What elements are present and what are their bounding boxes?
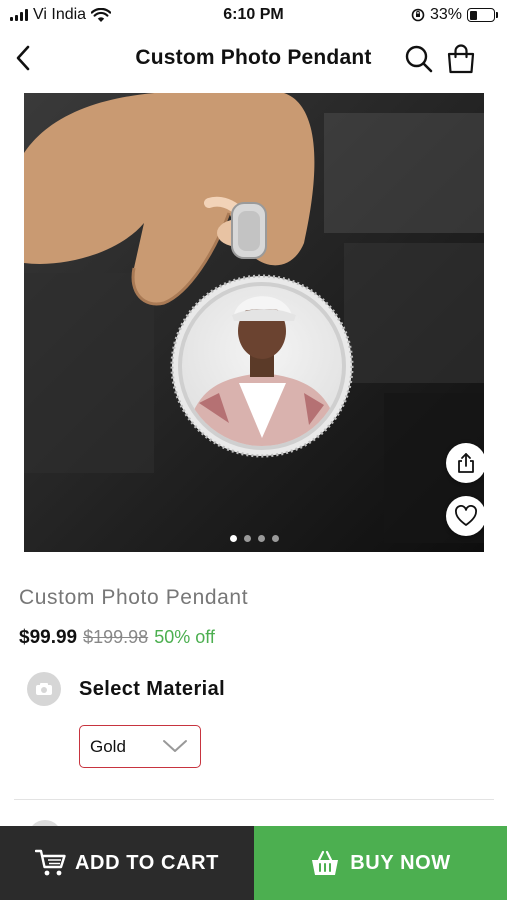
status-bar: Vi India 6:10 PM 33% [0,0,507,30]
material-label: Select Material [79,677,226,700]
buy-now-label: BUY NOW [350,851,451,874]
material-section-header: Select Material [27,672,225,706]
product-name: Custom Photo Pendant [19,586,249,609]
buy-now-button[interactable]: BUY NOW [254,826,507,900]
shopping-basket-icon [312,850,339,875]
pagination-dot[interactable] [271,535,279,542]
chevron-down-icon [163,740,187,752]
pagination-dot[interactable] [229,535,237,542]
add-to-cart-button[interactable]: ADD TO CART [0,826,254,900]
cart-button[interactable] [444,42,478,76]
material-dropdown[interactable]: Gold [79,725,201,768]
heart-icon [455,505,477,526]
add-to-cart-label: ADD TO CART [74,851,219,874]
price-row: $99.99 $199.98 50% off [19,627,215,649]
wishlist-button[interactable] [446,496,484,536]
app-header: Custom Photo Pendant [0,34,507,82]
battery-icon [467,8,498,22]
share-icon [458,453,474,473]
product-image-gallery[interactable] [24,93,484,552]
material-selected-value: Gold [90,736,126,756]
pagination-dot[interactable] [243,535,251,542]
shopping-bag-icon [447,44,475,74]
pagination-dot[interactable] [257,535,265,542]
share-button[interactable] [446,443,484,483]
current-price: $99.99 [19,627,78,648]
gallery-pagination[interactable] [24,535,484,542]
orientation-lock-icon [411,8,425,22]
search-button[interactable] [402,42,436,76]
section-divider [14,799,494,800]
cart-icon [34,849,66,876]
search-icon [405,45,433,73]
original-price: $199.98 [83,627,149,647]
bottom-action-bar: ADD TO CART BUY NOW [0,826,507,900]
product-photo [24,93,484,552]
status-right: 33% [411,6,498,24]
battery-percent: 33% [429,6,462,23]
material-icon [27,672,61,706]
discount-badge: 50% off [154,627,215,647]
battery-fill [469,10,478,20]
